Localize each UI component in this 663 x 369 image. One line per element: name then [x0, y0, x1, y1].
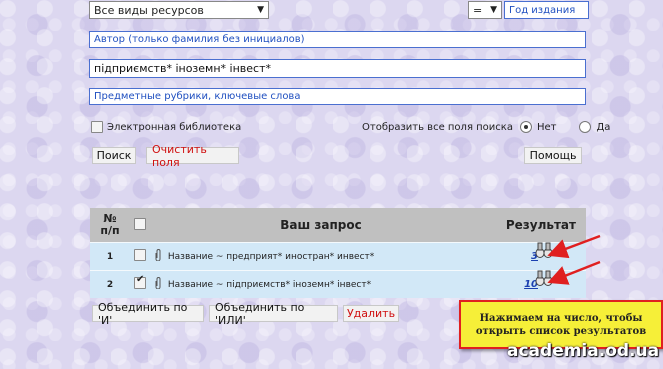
- arrow-to-result-2: [547, 260, 601, 285]
- site-watermark: academia.od.ua: [507, 341, 660, 361]
- callout-line-2: открыть список результатов: [475, 325, 647, 337]
- arrow-to-result-1: [547, 234, 601, 259]
- callout-line-1: Нажимаем на число, чтобы: [479, 312, 643, 324]
